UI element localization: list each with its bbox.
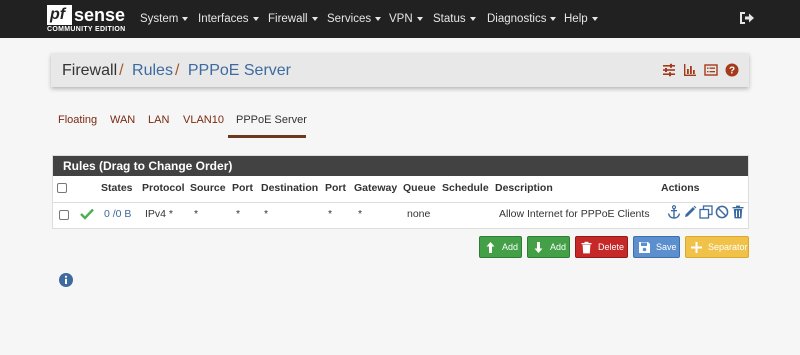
nav-services[interactable]: Services (327, 0, 382, 38)
tab-pppoe-server[interactable]: PPPoE Server (236, 114, 307, 126)
nav-interfaces[interactable]: Interfaces (198, 0, 259, 38)
add-bottom-label: Add (550, 242, 567, 252)
col-schedule: Schedule (442, 182, 489, 194)
nav-diagnostics[interactable]: Diagnostics (487, 0, 557, 38)
cell-gateway: * (358, 208, 363, 220)
nav-system-label: System (140, 13, 179, 25)
logo-pf: pf (47, 5, 72, 25)
chevron-down-icon (252, 17, 259, 21)
nav-status-label: Status (433, 13, 466, 25)
delete-button[interactable]: Delete (575, 236, 628, 258)
tab-vlan10[interactable]: VLAN10 (183, 114, 224, 126)
row-actions (667, 205, 745, 219)
add-rule-bottom-button[interactable]: Add (527, 236, 570, 258)
chevron-down-icon (375, 17, 382, 21)
cell-dest-port: * (328, 208, 333, 220)
chevron-down-icon (469, 17, 476, 21)
header-divider (53, 202, 748, 203)
tab-floating[interactable]: Floating (58, 114, 97, 126)
sign-out-icon[interactable] (739, 11, 755, 25)
logo-edition: COMMUNITY EDITION (47, 26, 126, 33)
breadcrumb-panel: Firewall / Rules / PPPoE Server ? (51, 53, 749, 87)
nav-diagnostics-label: Diagnostics (487, 13, 547, 25)
cell-description: Allow Internet for PPPoE Clients (499, 208, 650, 220)
nav-help[interactable]: Help (564, 0, 598, 38)
add-top-label: Add (502, 242, 519, 252)
breadcrumb-current[interactable]: PPPoE Server (188, 62, 291, 79)
chevron-down-icon (311, 17, 318, 21)
list-icon[interactable] (704, 63, 718, 77)
bar-chart-icon[interactable] (683, 63, 697, 77)
col-port: Port (232, 182, 253, 194)
disable-icon[interactable] (715, 205, 729, 219)
chevron-down-icon (591, 17, 598, 21)
cell-destination: * (264, 208, 269, 220)
cell-source: * (194, 208, 199, 220)
cell-protocol: IPv4 * (145, 208, 174, 220)
plus-icon (691, 241, 702, 253)
cell-queue: none (407, 208, 431, 220)
arrow-up-icon (486, 241, 495, 253)
help-icon[interactable]: ? (725, 63, 739, 77)
rules-panel-title: Rules (Drag to Change Order) (53, 156, 748, 176)
nav-help-label: Help (564, 13, 588, 25)
save-icon (639, 241, 650, 253)
svg-text:?: ? (729, 66, 735, 77)
info-circle-icon[interactable] (59, 273, 73, 287)
cell-port: * (236, 208, 241, 220)
nav-status[interactable]: Status (433, 0, 476, 38)
chevron-down-icon (416, 17, 423, 21)
top-navbar: pf sense COMMUNITY EDITION System Interf… (0, 0, 800, 38)
add-rule-top-button[interactable]: Add (479, 236, 522, 258)
pencil-icon[interactable] (683, 205, 697, 219)
breadcrumb: Firewall / Rules / PPPoE Server (62, 62, 291, 80)
col-states: States (101, 182, 133, 194)
tab-wan[interactable]: WAN (110, 114, 135, 126)
add-separator-button[interactable]: Separator (685, 236, 749, 258)
chevron-down-icon (550, 17, 557, 21)
header-icon-group: ? (662, 63, 739, 77)
rules-panel: Rules (Drag to Change Order) States Prot… (52, 155, 749, 229)
trash-icon[interactable] (731, 205, 745, 219)
nav-interfaces-label: Interfaces (198, 13, 249, 25)
chevron-down-icon (182, 17, 189, 21)
tab-lan[interactable]: LAN (148, 114, 169, 126)
arrow-down-icon (534, 241, 543, 253)
nav-vpn-label: VPN (389, 13, 413, 25)
col-dest-port: Port (325, 182, 346, 194)
col-protocol: Protocol (142, 182, 185, 194)
save-button[interactable]: Save (633, 236, 680, 258)
breadcrumb-rules[interactable]: Rules (132, 62, 173, 79)
nav-firewall[interactable]: Firewall (268, 0, 318, 38)
breadcrumb-firewall: Firewall (62, 62, 118, 79)
sliders-icon[interactable] (662, 63, 676, 77)
row-select-checkbox[interactable] (59, 210, 69, 220)
col-source: Source (190, 182, 226, 194)
anchor-icon[interactable] (667, 205, 681, 219)
col-queue: Queue (403, 182, 436, 194)
save-label: Save (656, 242, 677, 252)
trash-icon (581, 241, 592, 253)
active-tab-indicator (228, 135, 306, 138)
logo-sense: sense (74, 5, 126, 25)
copy-icon[interactable] (699, 205, 713, 219)
delete-label: Delete (598, 242, 625, 252)
separator-label: Separator (708, 242, 748, 252)
check-icon[interactable] (80, 208, 94, 220)
col-actions: Actions (661, 182, 700, 194)
pfsense-logo[interactable]: pf sense COMMUNITY EDITION (47, 5, 129, 34)
col-destination: Destination (261, 182, 319, 194)
nav-system[interactable]: System (140, 0, 189, 38)
nav-firewall-label: Firewall (268, 13, 308, 25)
breadcrumb-separator: / (174, 62, 180, 79)
breadcrumb-separator: / (119, 62, 124, 79)
col-gateway: Gateway (354, 182, 398, 194)
cell-states[interactable]: 0 /0 B (104, 208, 131, 220)
select-all-checkbox[interactable] (57, 183, 67, 193)
nav-vpn[interactable]: VPN (389, 0, 423, 38)
col-description: Description (495, 182, 553, 194)
nav-services-label: Services (327, 13, 372, 25)
